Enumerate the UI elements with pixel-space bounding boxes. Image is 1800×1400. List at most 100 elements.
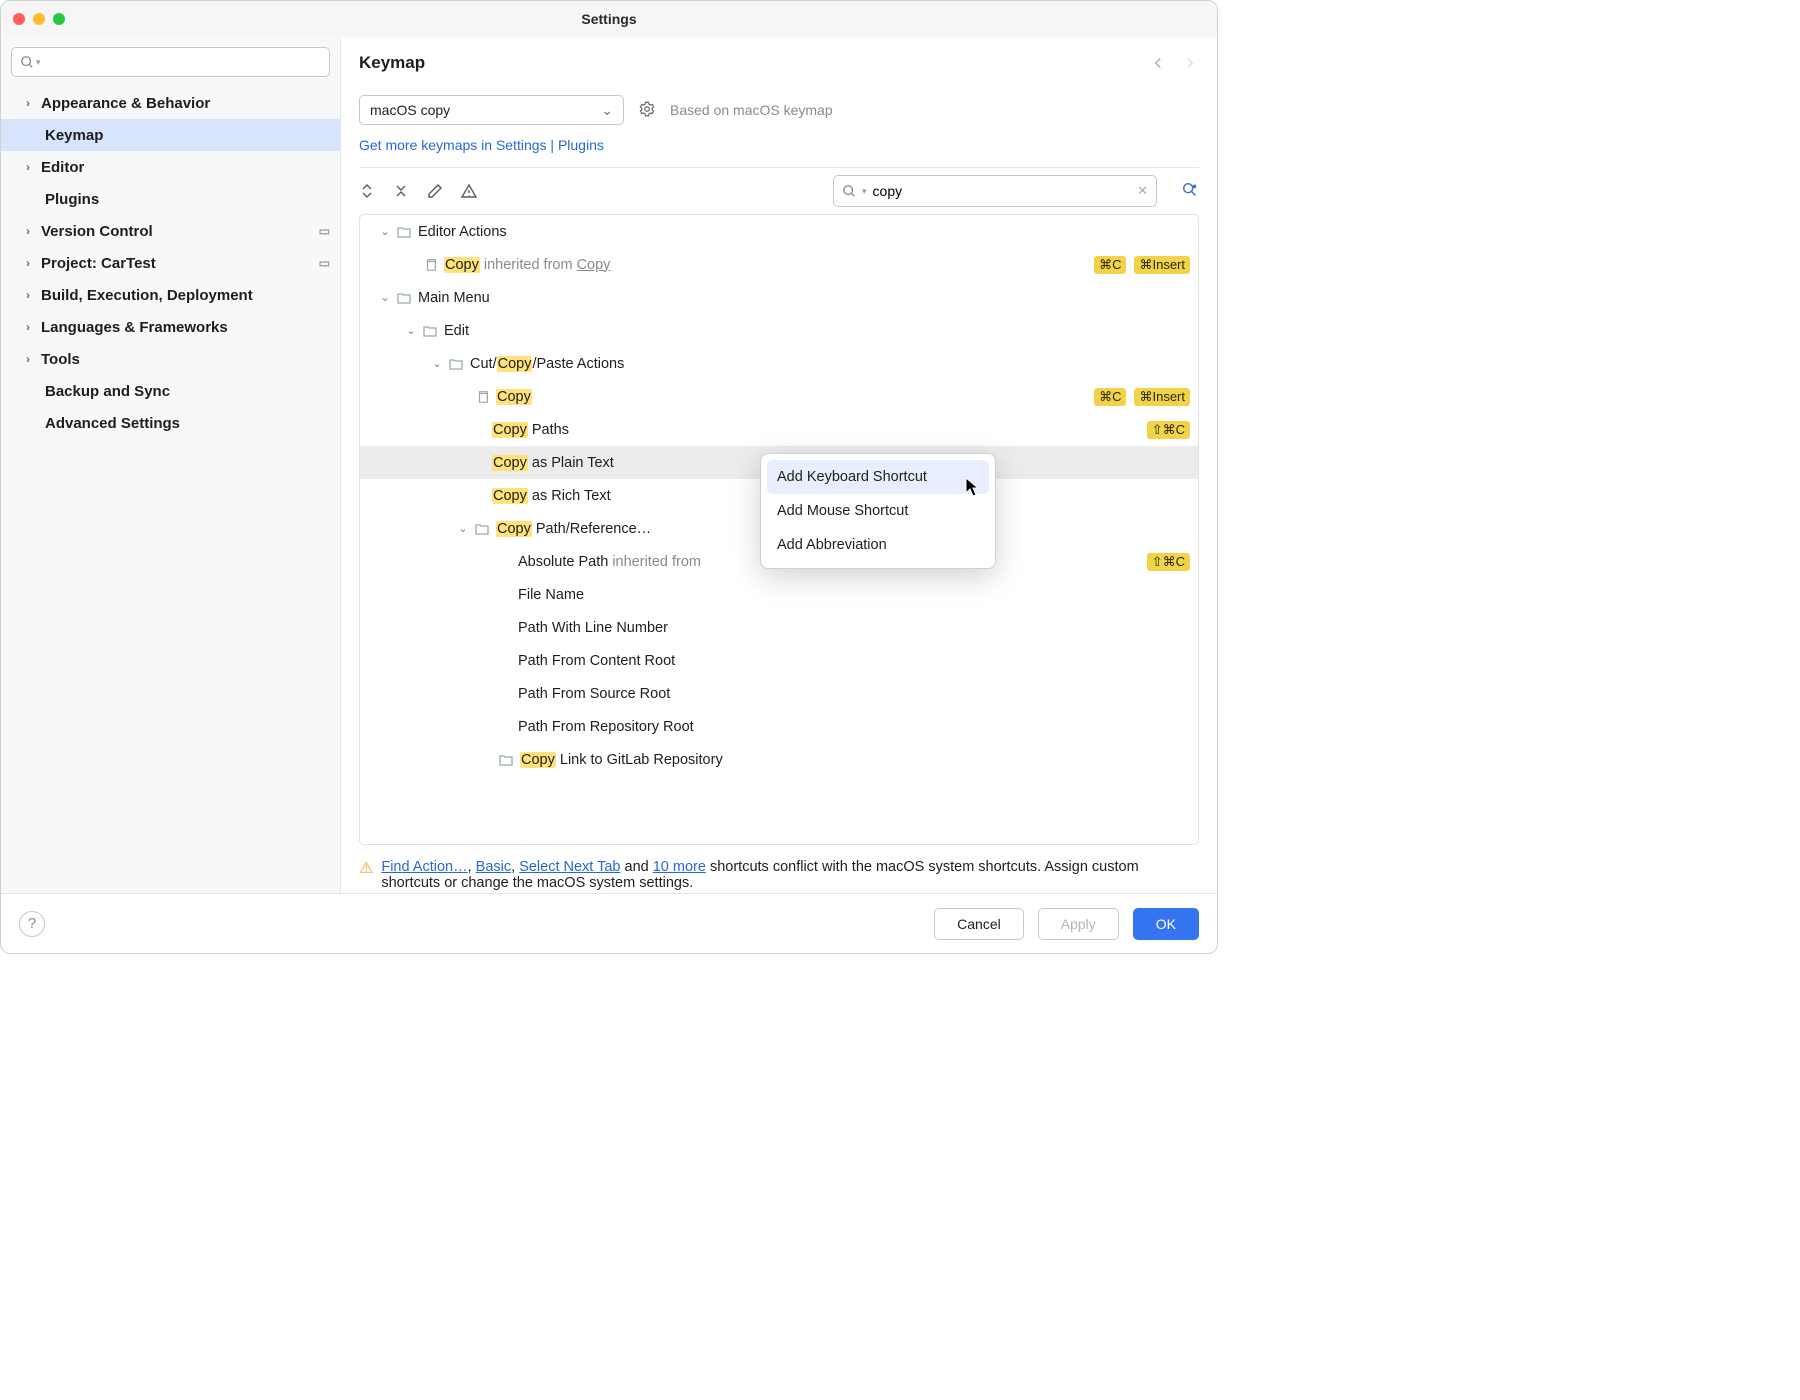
chevron-down-icon: ⌄ <box>456 522 470 535</box>
sidebar-item-advanced[interactable]: Advanced Settings <box>1 407 340 439</box>
tree-action-file-name[interactable]: File Name <box>360 578 1198 611</box>
tree-group-main-menu[interactable]: ⌄ Main Menu <box>360 281 1198 314</box>
edit-icon[interactable] <box>427 183 443 199</box>
close-window-button[interactable] <box>13 13 25 25</box>
shortcut-label: ⌘C⌘Insert <box>1094 388 1190 406</box>
tree-action-copy[interactable]: Copy inherited from Copy ⌘C⌘Insert <box>360 248 1198 281</box>
keymap-scheme-row: macOS copy ⌄ Based on macOS keymap <box>341 89 1217 131</box>
warning-message: Find Action…, Basic, Select Next Tab and… <box>381 859 1199 891</box>
sidebar-search[interactable]: ▾ <box>11 47 330 77</box>
conflict-warning: ⚠ Find Action…, Basic, Select Next Tab a… <box>341 851 1217 893</box>
tree-action-path-content[interactable]: Path From Content Root <box>360 644 1198 677</box>
collapse-all-icon[interactable] <box>393 183 409 199</box>
sidebar-item-editor[interactable]: ›Editor <box>1 151 340 183</box>
action-search-input[interactable] <box>873 183 1132 199</box>
apply-button[interactable]: Apply <box>1038 908 1119 940</box>
cancel-button[interactable]: Cancel <box>934 908 1024 940</box>
mouse-cursor-icon <box>965 477 979 497</box>
back-icon[interactable] <box>1149 54 1167 72</box>
chevron-down-icon: ▾ <box>862 186 867 197</box>
sidebar-item-languages[interactable]: ›Languages & Frameworks <box>1 311 340 343</box>
copy-icon <box>424 258 438 272</box>
chevron-down-icon: ⌄ <box>601 102 613 119</box>
forward-icon[interactable] <box>1181 54 1199 72</box>
sidebar-item-backup[interactable]: Backup and Sync <box>1 375 340 407</box>
chevron-right-icon: › <box>21 288 35 302</box>
project-badge-icon: ▭ <box>319 224 330 238</box>
minimize-window-button[interactable] <box>33 13 45 25</box>
gear-icon[interactable] <box>638 100 656 121</box>
sidebar-item-build[interactable]: ›Build, Execution, Deployment <box>1 279 340 311</box>
toolbar-icons <box>359 183 477 199</box>
more-keymaps-link[interactable]: Get more keymaps in Settings | Plugins <box>359 137 604 153</box>
sidebar-item-plugins[interactable]: Plugins <box>1 183 340 215</box>
menu-add-abbreviation[interactable]: Add Abbreviation <box>767 528 989 562</box>
search-icon <box>842 184 856 198</box>
sidebar-categories: ›Appearance & Behavior Keymap ›Editor Pl… <box>1 87 340 439</box>
tree-action-path-source[interactable]: Path From Source Root <box>360 677 1198 710</box>
tree-group-ccp[interactable]: ⌄ Cut/Copy/Paste Actions <box>360 347 1198 380</box>
shortcut-label: ⇧⌘C <box>1147 421 1190 439</box>
actions-tree: ⌄ Editor Actions Copy inherited from Cop… <box>359 214 1199 845</box>
action-search[interactable]: ▾ ✕ <box>833 175 1157 207</box>
nav-arrows <box>1149 54 1199 72</box>
page-title: Keymap <box>359 53 425 73</box>
dialog-footer: ? Cancel Apply OK <box>1 893 1217 953</box>
keymap-scheme-select[interactable]: macOS copy ⌄ <box>359 95 624 125</box>
sidebar-item-keymap[interactable]: Keymap <box>1 119 340 151</box>
warning-link[interactable]: Select Next Tab <box>519 859 620 875</box>
menu-add-mouse-shortcut[interactable]: Add Mouse Shortcut <box>767 494 989 528</box>
chevron-right-icon: › <box>21 224 35 238</box>
find-by-shortcut-icon[interactable] <box>1181 181 1199 202</box>
chevron-down-icon: ⌄ <box>430 357 444 370</box>
more-keymaps-row: Get more keymaps in Settings | Plugins <box>341 131 1217 163</box>
chevron-right-icon: › <box>21 96 35 110</box>
main-panel: Keymap macOS copy ⌄ Based on macOS keyma… <box>341 37 1217 893</box>
folder-icon <box>448 356 464 372</box>
warning-link[interactable]: 10 more <box>653 859 706 875</box>
zoom-window-button[interactable] <box>53 13 65 25</box>
warning-link[interactable]: Find Action… <box>381 859 467 875</box>
sidebar-item-version-control[interactable]: ›Version Control▭ <box>1 215 340 247</box>
chevron-right-icon: › <box>21 256 35 270</box>
menu-add-keyboard-shortcut[interactable]: Add Keyboard Shortcut <box>767 460 989 494</box>
tree-action-path-repo[interactable]: Path From Repository Root <box>360 710 1198 743</box>
search-icon <box>20 55 34 69</box>
tree-action-gitlab[interactable]: Copy Link to GitLab Repository <box>360 743 1198 776</box>
tree-action-copy-paths[interactable]: Copy Paths ⇧⌘C <box>360 413 1198 446</box>
project-badge-icon: ▭ <box>319 256 330 270</box>
tree-group-edit[interactable]: ⌄ Edit <box>360 314 1198 347</box>
tree-group-editor-actions[interactable]: ⌄ Editor Actions <box>360 215 1198 248</box>
warning-link[interactable]: Basic <box>476 859 511 875</box>
expand-all-icon[interactable] <box>359 183 375 199</box>
titlebar: Settings <box>1 1 1217 37</box>
scheme-hint: Based on macOS keymap <box>670 102 833 118</box>
clear-icon[interactable]: ✕ <box>1137 183 1148 199</box>
folder-icon <box>498 752 514 768</box>
sidebar-item-project[interactable]: ›Project: CarTest▭ <box>1 247 340 279</box>
window-body: ▾ ›Appearance & Behavior Keymap ›Editor … <box>1 37 1217 893</box>
chevron-down-icon: ⌄ <box>404 324 418 337</box>
warning-icon[interactable] <box>461 183 477 199</box>
tree-action-copy-2[interactable]: Copy ⌘C⌘Insert <box>360 380 1198 413</box>
context-menu: Add Keyboard Shortcut Add Mouse Shortcut… <box>760 453 996 569</box>
page-header: Keymap <box>341 37 1217 89</box>
chevron-right-icon: › <box>21 352 35 366</box>
help-button[interactable]: ? <box>19 911 45 937</box>
window-title: Settings <box>1 11 1217 27</box>
copy-icon <box>476 390 490 404</box>
ok-button[interactable]: OK <box>1133 908 1199 940</box>
chevron-down-icon: ▾ <box>36 57 41 68</box>
traffic-lights <box>13 13 65 25</box>
sidebar-item-appearance[interactable]: ›Appearance & Behavior <box>1 87 340 119</box>
tree-action-path-line[interactable]: Path With Line Number <box>360 611 1198 644</box>
shortcut-label: ⇧⌘C <box>1147 553 1190 571</box>
folder-icon <box>396 290 412 306</box>
folder-icon <box>396 224 412 240</box>
chevron-right-icon: › <box>21 160 35 174</box>
settings-sidebar: ▾ ›Appearance & Behavior Keymap ›Editor … <box>1 37 341 893</box>
folder-icon <box>422 323 438 339</box>
chevron-right-icon: › <box>21 320 35 334</box>
sidebar-item-tools[interactable]: ›Tools <box>1 343 340 375</box>
chevron-down-icon: ⌄ <box>378 291 392 304</box>
